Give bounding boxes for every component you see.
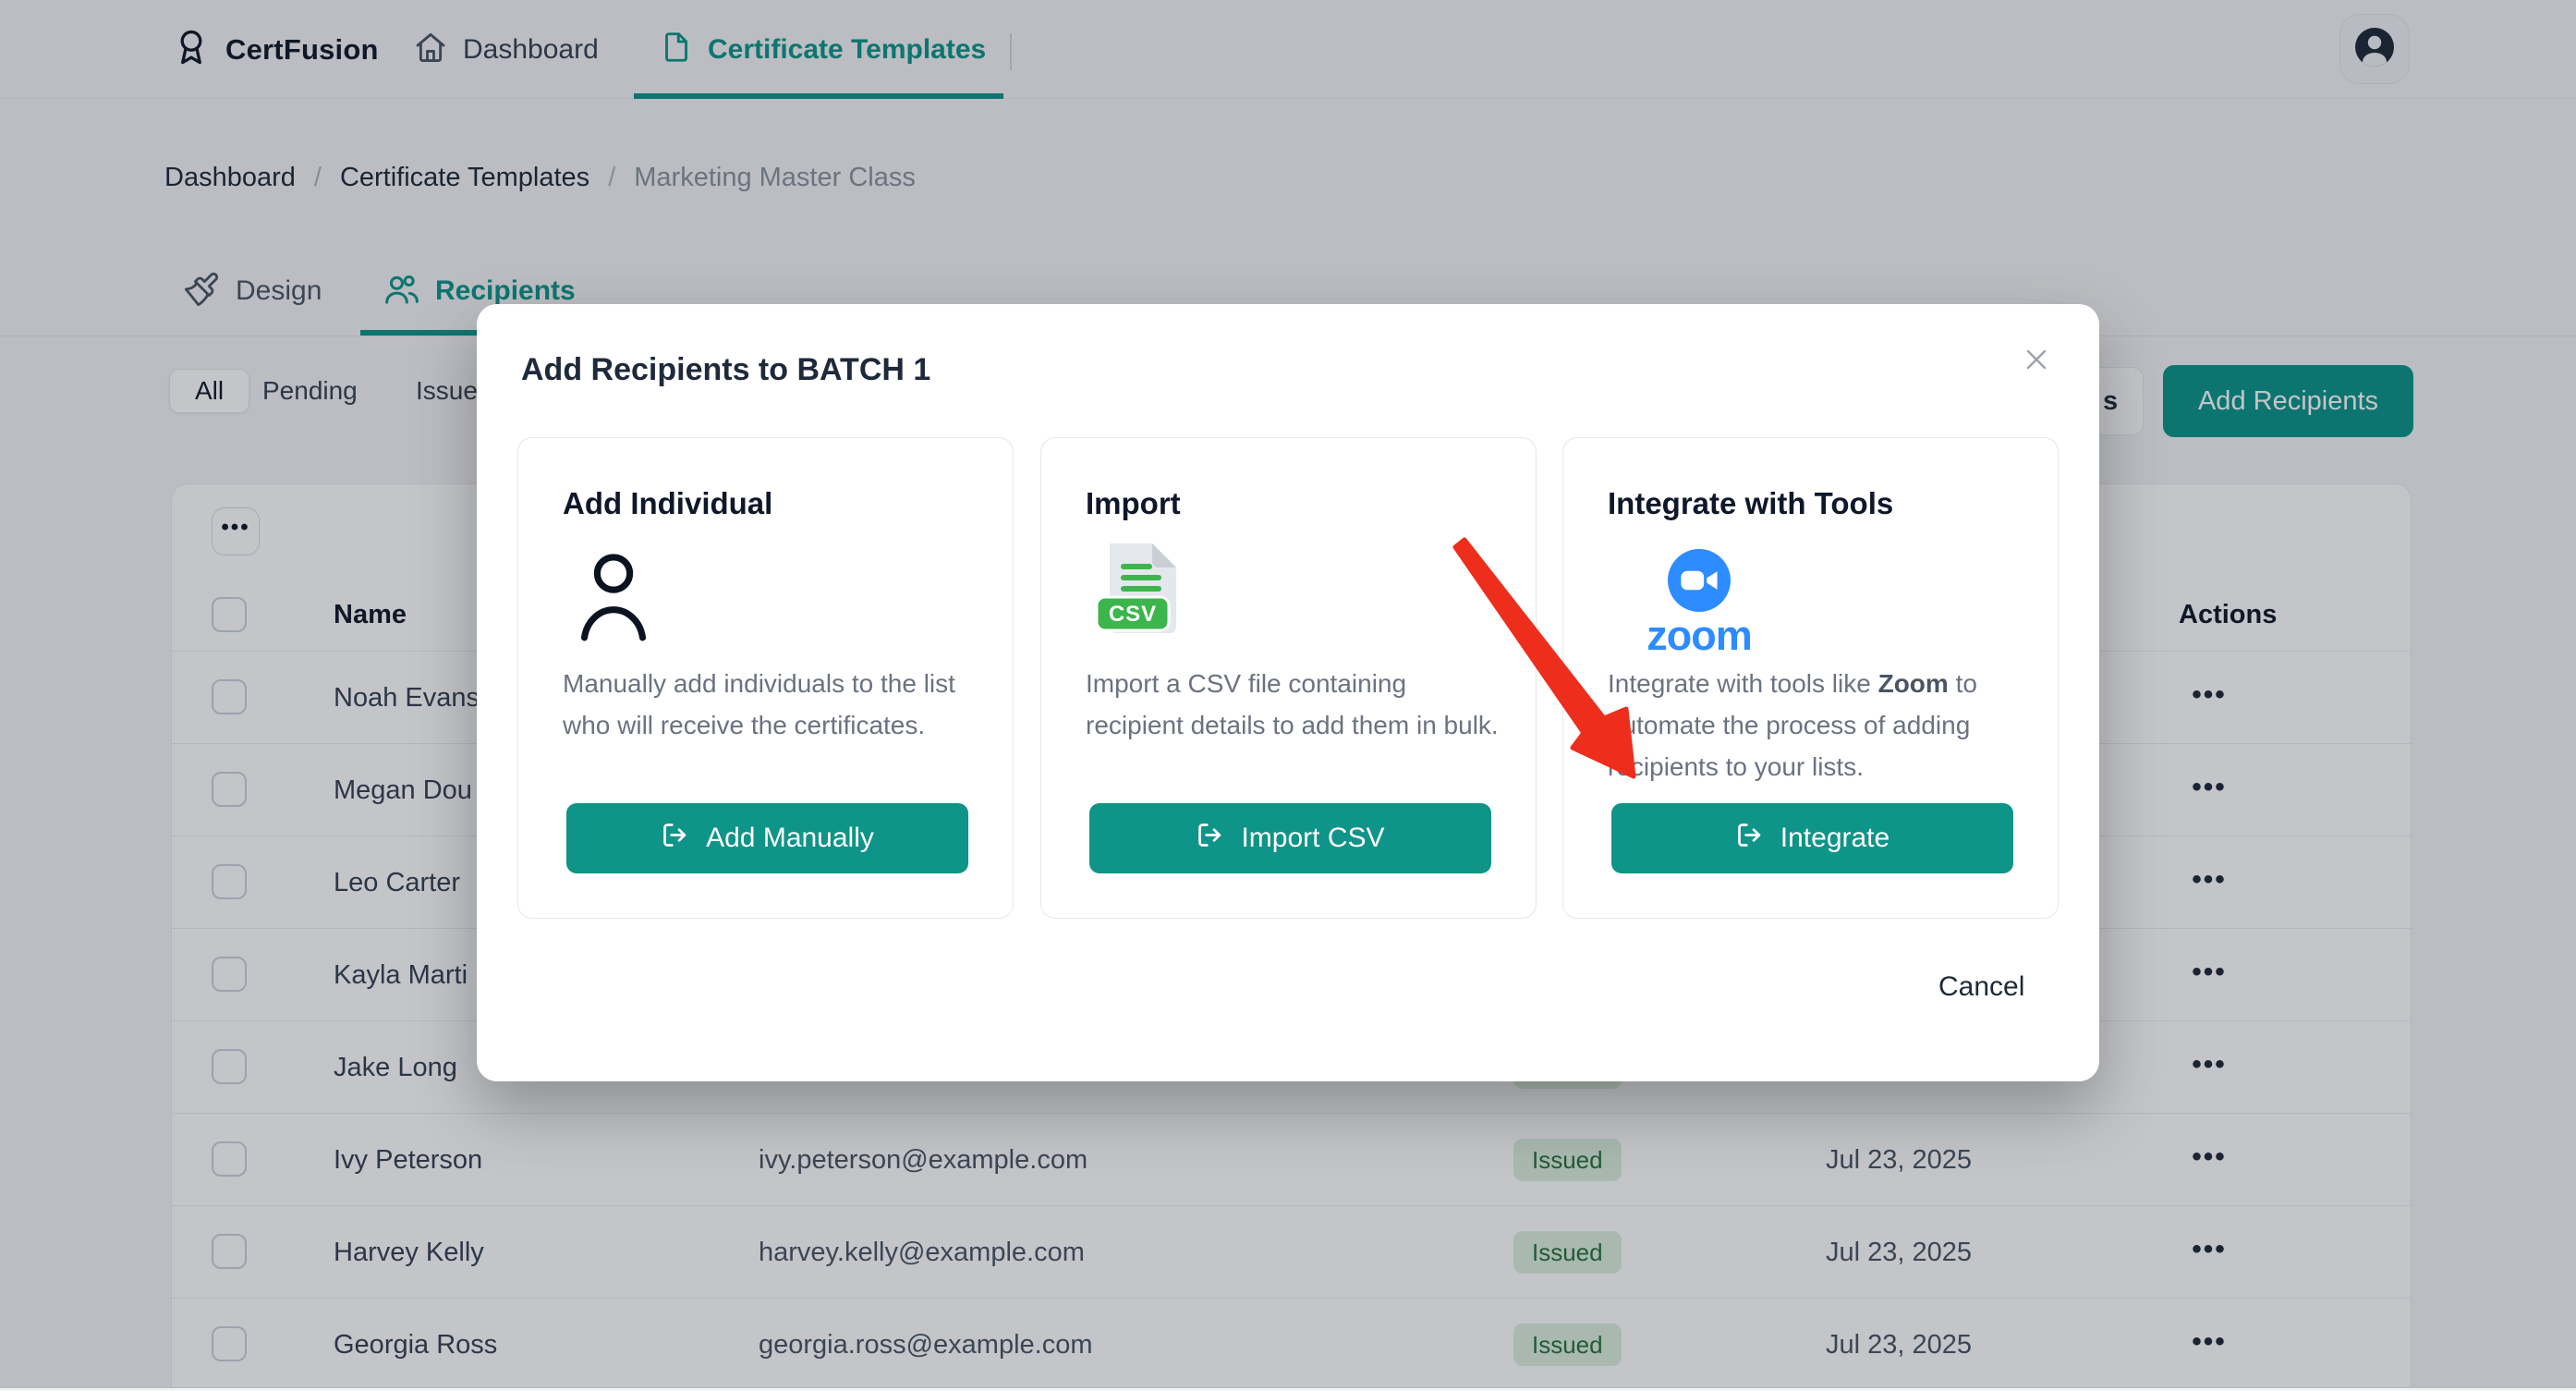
add-manually-label: Add Manually (706, 823, 874, 854)
csv-file-icon: CSV (1095, 542, 1184, 652)
zoom-wordmark: zoom (1644, 614, 1755, 658)
card-description: Import a CSV file containing recipient d… (1086, 663, 1502, 746)
enter-arrow-icon (1196, 821, 1224, 857)
import-csv-label: Import CSV (1241, 823, 1384, 854)
add-recipients-modal: Add Recipients to BATCH 1 Add Individual… (477, 304, 2099, 1081)
card-description: Manually add individuals to the list who… (563, 663, 979, 746)
close-icon (2022, 345, 2051, 379)
integrate-label: Integrate (1780, 823, 1889, 854)
enter-arrow-icon (661, 821, 689, 857)
option-card-import: Import CSV Import a CSV file containing … (1040, 437, 1537, 919)
modal-title: Add Recipients to BATCH 1 (521, 352, 930, 388)
person-icon (572, 545, 655, 648)
card-heading: Import (1086, 486, 1181, 521)
modal-close-button[interactable] (2012, 337, 2060, 385)
integrate-button[interactable]: Integrate (1611, 803, 2013, 873)
option-card-integrate: Integrate with Tools zoom Integrate with… (1562, 437, 2059, 919)
certfusion-app: CertFusion Dashboard Certificate Templat… (0, 0, 2576, 1388)
enter-arrow-icon (1735, 821, 1764, 857)
zoom-camera-icon (1668, 549, 1731, 612)
svg-text:CSV: CSV (1109, 602, 1157, 627)
zoom-logo: zoom (1644, 549, 1755, 658)
add-manually-button[interactable]: Add Manually (566, 803, 968, 873)
card-heading: Integrate with Tools (1608, 486, 1893, 521)
card-description: Integrate with tools like Zoom to automa… (1608, 663, 2024, 787)
option-card-add-individual: Add Individual Manually add individuals … (517, 437, 1014, 919)
import-csv-button[interactable]: Import CSV (1089, 803, 1491, 873)
card-heading: Add Individual (563, 486, 772, 521)
cancel-button[interactable]: Cancel (1938, 971, 2024, 1003)
